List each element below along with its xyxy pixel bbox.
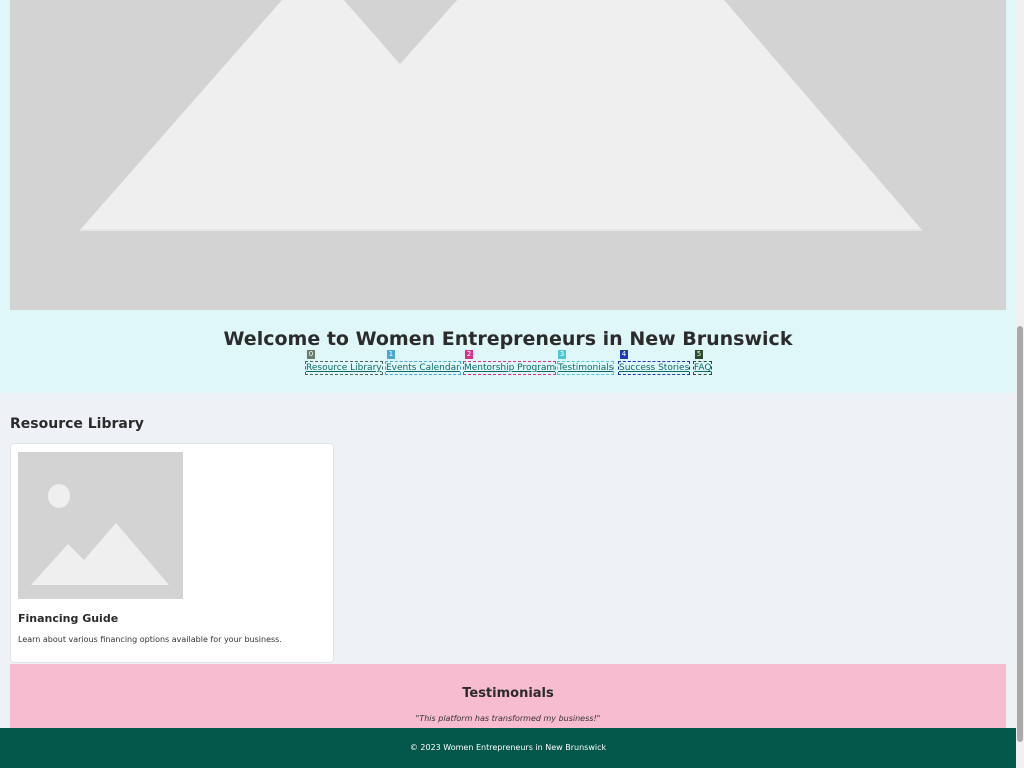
- nav-badge: 5: [695, 350, 703, 359]
- nav-link-faq[interactable]: FAQ: [693, 361, 713, 375]
- hero-image: [10, 0, 1006, 310]
- nav-link-resource-library[interactable]: Resource Library: [305, 361, 383, 375]
- testimonials-title: Testimonials: [462, 686, 554, 701]
- nav-badge: 4: [620, 350, 628, 359]
- resource-card[interactable]: Financing Guide Learn about various fina…: [10, 443, 334, 663]
- card-title: Financing Guide: [18, 612, 119, 625]
- nav-badge: 2: [465, 350, 473, 359]
- image-placeholder-icon: [18, 452, 183, 599]
- image-placeholder-icon: [10, 0, 1006, 310]
- site-header: Welcome to Women Entrepreneurs in New Br…: [0, 0, 1016, 393]
- site-footer: © 2023 Women Entrepreneurs in New Brunsw…: [0, 728, 1016, 768]
- testimonial-quote: "This platform has transformed my busine…: [415, 714, 601, 723]
- footer-text: © 2023 Women Entrepreneurs in New Brunsw…: [409, 743, 607, 752]
- card-description: Learn about various financing options av…: [18, 635, 282, 644]
- nav-link-testimonials[interactable]: Testimonials: [557, 361, 615, 375]
- nav-link-label: FAQ: [694, 363, 712, 373]
- nav-link-label: Testimonials: [558, 363, 614, 373]
- nav-badge: 1: [387, 350, 395, 359]
- page-title: Welcome to Women Entrepreneurs in New Br…: [223, 328, 793, 350]
- page-viewport: Welcome to Women Entrepreneurs in New Br…: [0, 0, 1016, 768]
- nav-link-success-stories[interactable]: Success Stories: [618, 361, 691, 375]
- vertical-scrollbar[interactable]: [1016, 0, 1024, 768]
- nav-link-label: Mentorship Program: [464, 363, 556, 373]
- nav-link-label: Success Stories: [619, 363, 690, 373]
- scrollbar-thumb[interactable]: [1017, 326, 1023, 742]
- card-image: [18, 452, 183, 599]
- main-nav: Resource Library 0 Events Calendar 1 Men…: [0, 350, 1016, 376]
- nav-link-events-calendar[interactable]: Events Calendar: [385, 361, 461, 375]
- nav-link-label: Resource Library: [306, 363, 382, 373]
- nav-badge: 3: [558, 350, 566, 359]
- section-title: Resource Library: [10, 416, 144, 432]
- nav-link-label: Events Calendar: [386, 363, 460, 373]
- nav-badge: 0: [307, 350, 315, 359]
- nav-link-mentorship-program[interactable]: Mentorship Program: [463, 361, 557, 375]
